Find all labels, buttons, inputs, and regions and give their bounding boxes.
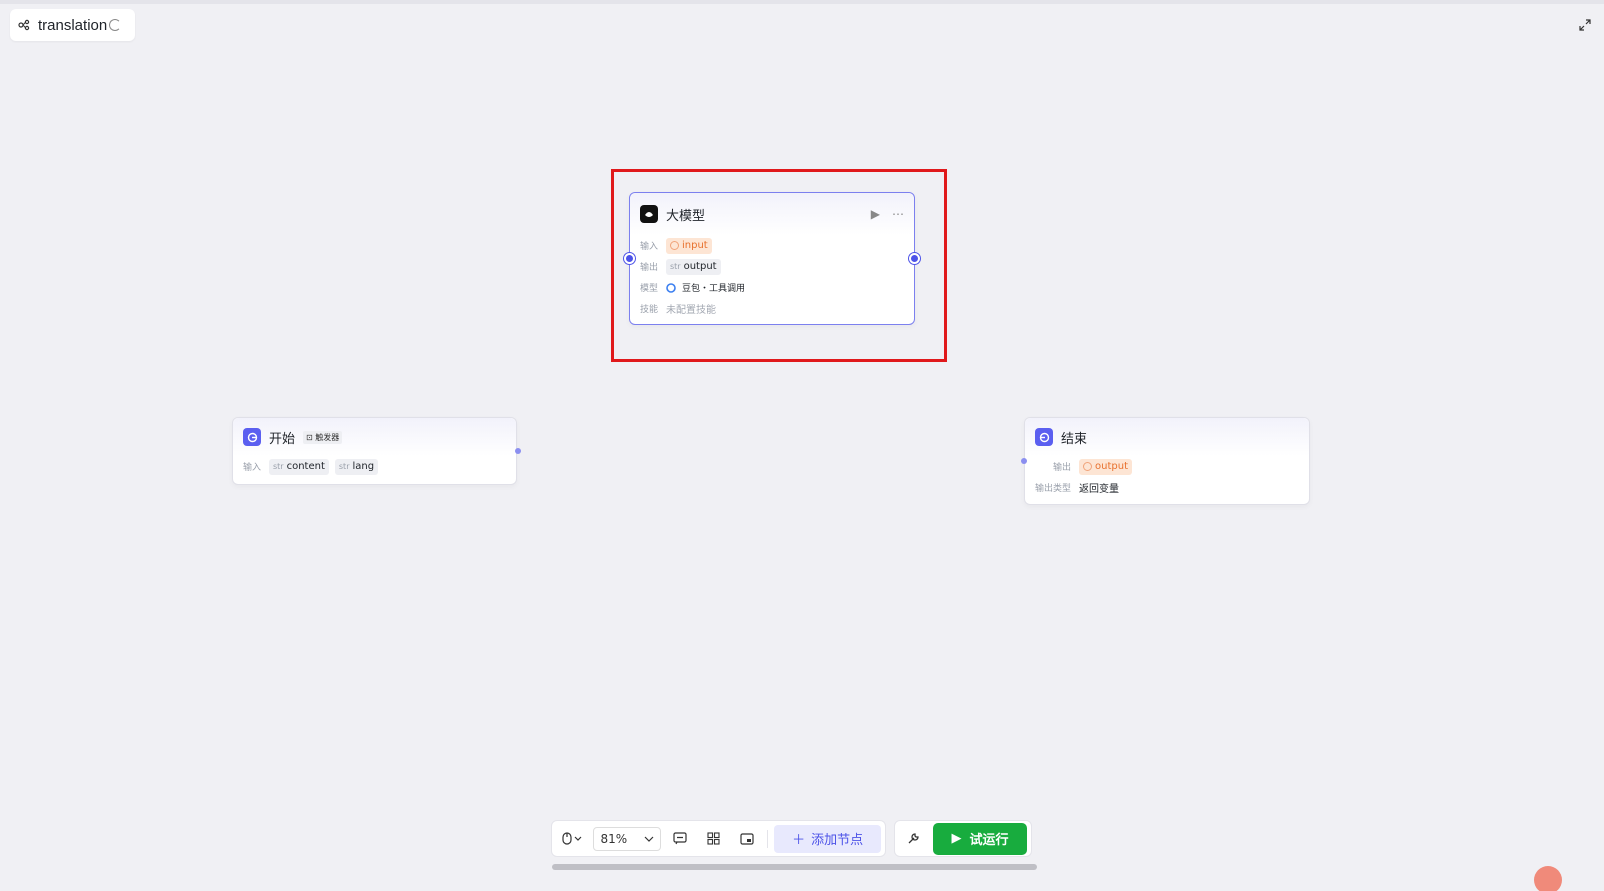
top-border	[0, 0, 1604, 4]
workflow-title-chip[interactable]: translation	[10, 9, 135, 41]
end-node-header: 结束	[1025, 418, 1309, 456]
end-input-port[interactable]	[1021, 458, 1027, 464]
warning-icon	[670, 241, 679, 250]
zoom-select[interactable]: 81%	[593, 826, 661, 851]
llm-node-title: 大模型	[666, 208, 706, 224]
llm-skill-row: 技能 未配置技能	[630, 298, 914, 319]
plus-icon: ＋	[792, 833, 806, 848]
test-run-label: 试运行	[969, 833, 1009, 848]
input-value: input	[682, 240, 708, 251]
trigger-badge: ⊡ 触发器	[303, 430, 343, 444]
more-icon[interactable]: ⋯	[892, 207, 904, 221]
chevron-down-icon	[644, 836, 654, 842]
trigger-label: 触发器	[315, 432, 340, 442]
workflow-title: translation	[38, 16, 108, 34]
loading-spinner-icon	[109, 19, 122, 31]
mouse-icon	[562, 832, 572, 845]
llm-output-port[interactable]	[909, 253, 920, 264]
model-value: 豆包・工具调用	[682, 284, 746, 294]
grid-icon	[707, 832, 720, 845]
debug-tools-button[interactable]	[899, 825, 927, 853]
llm-node-header: 大模型 ▶ ⋯	[630, 193, 914, 235]
input-type: str	[338, 462, 350, 471]
add-node-label: 添加节点	[811, 833, 864, 848]
run-toolbar: ▶ 试运行	[894, 820, 1032, 857]
assistant-avatar[interactable]	[1534, 866, 1562, 891]
llm-node[interactable]: 大模型 ▶ ⋯ 输入 input 输出 str output 模型 豆包・工具调用…	[629, 192, 915, 325]
output-value: output	[1095, 461, 1128, 472]
zoom-value: 81%	[600, 831, 628, 846]
workflow-icon	[18, 19, 30, 31]
doubao-icon	[666, 282, 676, 293]
start-node-header: 开始 ⊡ 触发器	[233, 418, 516, 456]
comment-icon	[673, 832, 687, 845]
model-label: 模型	[640, 284, 659, 294]
toolbar-divider	[767, 829, 769, 848]
minimap-button[interactable]	[734, 825, 762, 853]
llm-input-row: 输入 input	[630, 235, 914, 256]
input-name: lang	[352, 461, 375, 472]
llm-output-row: 输出 str output	[630, 256, 914, 277]
horizontal-scrollbar[interactable]	[552, 864, 1037, 870]
play-icon[interactable]: ▶	[871, 207, 880, 221]
interaction-mode-button[interactable]	[556, 825, 587, 853]
end-output-type-row: 输出类型 返回变量	[1025, 477, 1309, 498]
skill-value: 未配置技能	[666, 305, 716, 316]
auto-layout-button[interactable]	[700, 825, 728, 853]
end-icon	[1035, 428, 1053, 446]
wrench-icon	[908, 833, 919, 844]
input-label: 输入	[243, 463, 262, 473]
comment-button[interactable]	[667, 825, 695, 853]
chevron-down-icon	[574, 836, 582, 841]
start-node[interactable]: 开始 ⊡ 触发器 输入 str content str lang	[232, 417, 517, 485]
end-output-row: 输出 output	[1025, 456, 1309, 477]
llm-model-row: 模型 豆包・工具调用	[630, 277, 914, 298]
skill-label: 技能	[640, 305, 659, 315]
input-type: str	[273, 462, 284, 471]
input-name: content	[286, 461, 325, 472]
output-type: str	[670, 262, 681, 271]
minimap-icon	[740, 832, 755, 845]
output-type-value: 返回变量	[1079, 484, 1119, 495]
end-node[interactable]: 结束 输出 output 输出类型 返回变量	[1024, 417, 1310, 505]
input-lang-tag: str lang	[334, 458, 379, 475]
expand-icon[interactable]	[1578, 18, 1592, 32]
end-node-title: 结束	[1061, 431, 1088, 447]
start-icon	[243, 428, 261, 446]
llm-input-port[interactable]	[624, 253, 635, 264]
output-type-label: 输出类型	[1035, 484, 1072, 494]
input-tag: input	[666, 237, 712, 254]
play-icon: ▶	[951, 831, 962, 846]
input-content-tag: str content	[269, 458, 329, 475]
add-node-button[interactable]: ＋ 添加节点	[774, 824, 881, 853]
warning-icon	[1083, 462, 1092, 471]
start-output-port[interactable]	[515, 448, 521, 454]
input-label: 输入	[640, 242, 659, 252]
start-input-row: 输入 str content str lang	[233, 456, 516, 477]
output-label: 输出	[1053, 463, 1072, 473]
output-value: output	[683, 261, 717, 272]
start-node-title: 开始	[269, 431, 296, 447]
output-tag: str output	[666, 258, 721, 275]
test-run-button[interactable]: ▶ 试运行	[933, 822, 1027, 855]
output-label: 输出	[640, 263, 659, 273]
output-tag: output	[1079, 458, 1132, 475]
llm-icon	[640, 205, 658, 223]
canvas-toolbar: 81% ＋ 添加节点	[551, 820, 886, 857]
